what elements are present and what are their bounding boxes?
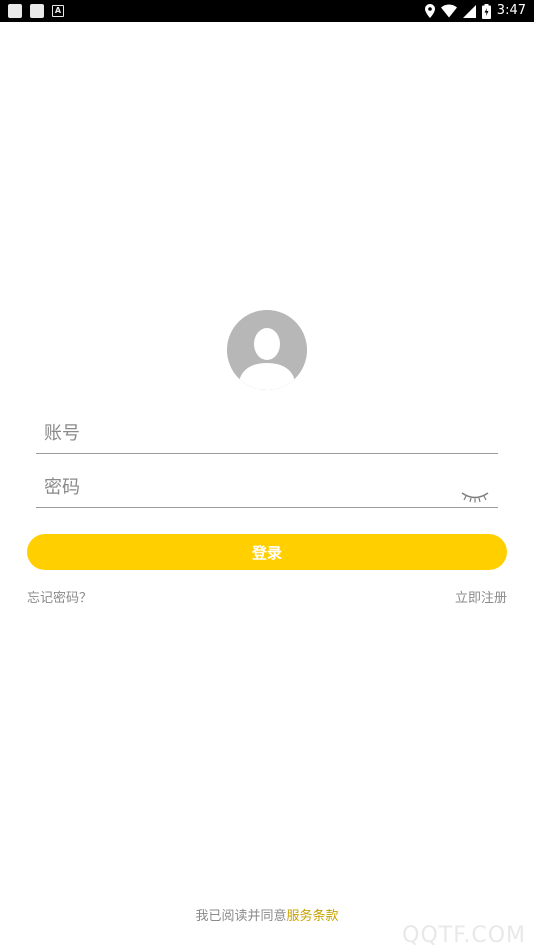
eye-closed-icon[interactable] xyxy=(460,489,490,508)
avatar[interactable] xyxy=(227,310,307,390)
terms-notice: 我已阅读并同意服务条款 xyxy=(0,905,534,924)
password-field xyxy=(36,467,498,508)
password-input[interactable] xyxy=(42,471,446,503)
status-time: 3:47 xyxy=(496,3,526,18)
location-icon xyxy=(424,4,435,18)
user-silhouette-icon xyxy=(227,310,307,390)
account-input[interactable] xyxy=(42,417,446,449)
register-link[interactable]: 立即注册 xyxy=(455,587,507,606)
login-screen: A 3:47 账号 登录 忘记密码？ 立即注册 我已阅读并同意服务条款 QQTF… xyxy=(0,0,534,950)
wifi-icon xyxy=(440,4,457,18)
signal-icon xyxy=(462,4,476,18)
status-bar-system: 3:47 xyxy=(424,3,526,19)
status-bar-notifications: A xyxy=(8,4,64,18)
battery-icon xyxy=(481,3,491,19)
login-button[interactable]: 登录 xyxy=(27,534,507,570)
square-icon xyxy=(30,4,44,18)
status-bar: A 3:47 xyxy=(0,0,534,22)
a-icon: A xyxy=(52,5,64,17)
terms-prefix: 我已阅读并同意 xyxy=(195,909,287,924)
square-icon xyxy=(8,4,22,18)
account-field xyxy=(36,413,498,454)
forgot-password-link[interactable]: 忘记密码？ xyxy=(27,587,92,606)
terms-of-service-link[interactable]: 服务条款 xyxy=(287,909,339,924)
watermark: QQTF.COM xyxy=(402,923,526,948)
